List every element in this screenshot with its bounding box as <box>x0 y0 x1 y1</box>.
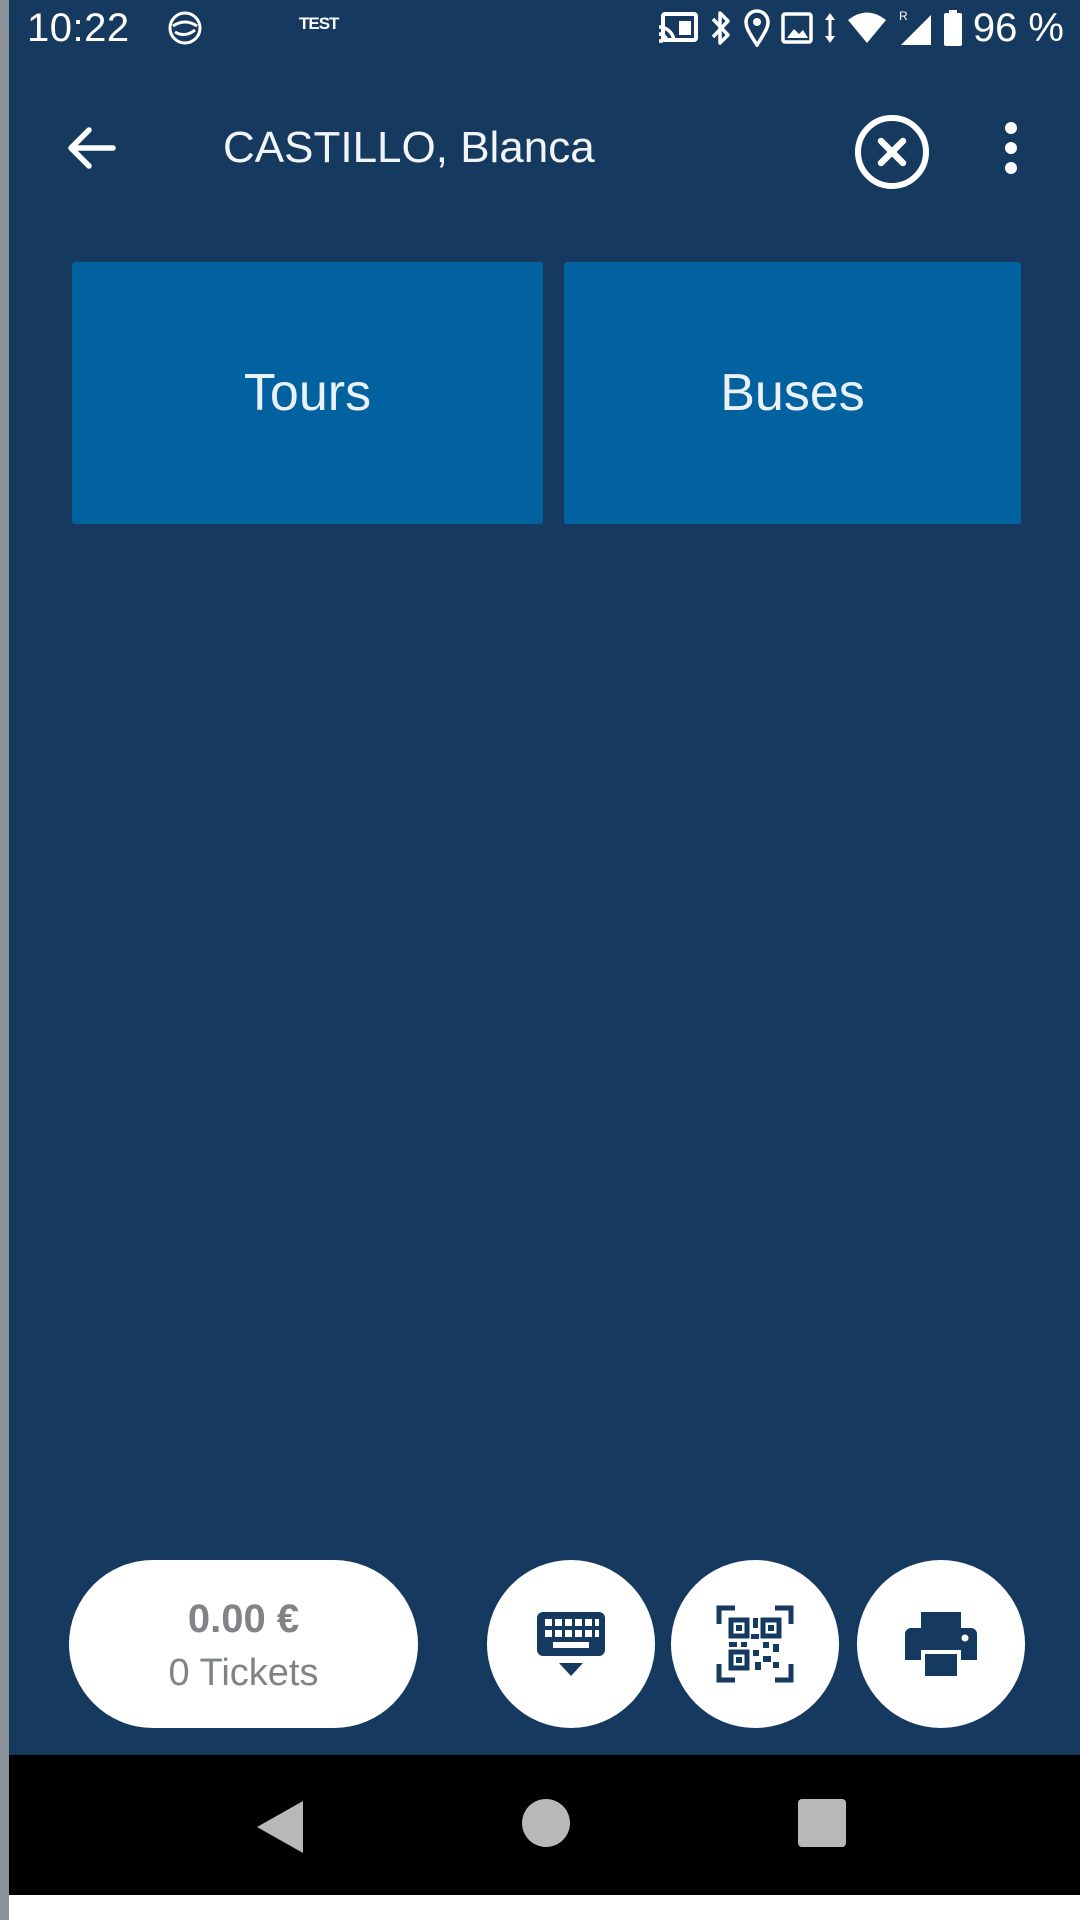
category-tile-tours[interactable]: Tours <box>72 262 543 524</box>
cart-ticket-count: 0 Tickets <box>168 1652 319 1694</box>
qr-scan-icon <box>716 1605 794 1683</box>
system-nav-bar <box>9 1755 1080 1895</box>
nav-recents-icon[interactable] <box>798 1799 846 1847</box>
signal-roaming-icon: R <box>899 9 931 45</box>
printer-icon <box>905 1612 977 1676</box>
page-title: CASTILLO, Blanca <box>223 123 595 172</box>
battery-icon <box>943 10 962 46</box>
cast-icon <box>658 12 698 43</box>
status-test-label: TEST <box>299 14 339 33</box>
svg-text:R: R <box>899 9 908 23</box>
category-tile-buses[interactable]: Buses <box>564 262 1021 524</box>
app-bar: CASTILLO, Blanca <box>9 88 1080 208</box>
bluetooth-icon <box>711 11 730 45</box>
location-icon <box>744 9 770 47</box>
notification-app-icon <box>168 11 202 45</box>
phone-screen: 10:22 TEST R 96 % CASTILLO, Blanca Tours… <box>0 0 1080 1920</box>
status-bar: 10:22 TEST R 96 % <box>9 0 1080 56</box>
print-button[interactable] <box>857 1560 1025 1728</box>
arrow-back-icon[interactable] <box>61 118 121 178</box>
cart-summary-button[interactable]: 0.00 € 0 Tickets <box>69 1560 418 1728</box>
category-tile-label: Tours <box>243 364 372 422</box>
data-arrows-icon <box>824 13 835 43</box>
close-circle-icon[interactable] <box>854 114 930 190</box>
nav-home-icon[interactable] <box>522 1799 570 1847</box>
status-icons: R 96 % <box>657 4 1064 52</box>
wifi-icon <box>847 12 886 43</box>
more-vert-icon[interactable] <box>999 118 1023 178</box>
image-icon <box>781 12 813 44</box>
qr-scan-button[interactable] <box>671 1560 839 1728</box>
battery-percent: 96 % <box>972 6 1064 50</box>
status-time: 10:22 <box>27 6 130 50</box>
category-tile-label: Buses <box>720 364 865 422</box>
cart-total: 0.00 € <box>187 1597 300 1641</box>
keyboard-icon <box>537 1612 605 1676</box>
nav-back-icon[interactable] <box>251 1797 307 1857</box>
left-edge-strip <box>0 0 9 1920</box>
keyboard-button[interactable] <box>487 1560 655 1728</box>
